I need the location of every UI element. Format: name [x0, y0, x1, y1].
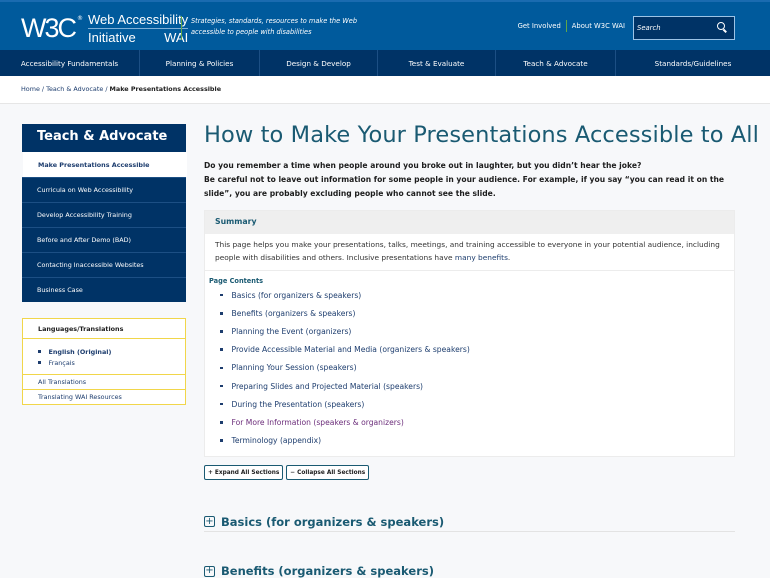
section-basics-title[interactable]: Basics (for organizers & speakers) — [221, 515, 444, 529]
page-contents-list: Basics (for organizers & speakers) Benef… — [205, 286, 734, 450]
nav-test-evaluate[interactable]: Test & Evaluate — [378, 50, 496, 76]
translating-resources-row: Translating WAI Resources — [23, 389, 185, 404]
breadcrumb-separator: / — [105, 85, 108, 93]
expand-all-button[interactable]: + Expand All Sections — [204, 465, 284, 480]
section-toggle-buttons: + Expand All Sections − Collapse All Sec… — [204, 465, 370, 480]
tagline-line2: accessible to people with disabilities — [191, 28, 312, 36]
collapse-all-button[interactable]: − Collapse All Sections — [286, 465, 370, 480]
page-contents-heading: Page Contents — [209, 277, 264, 285]
search-input[interactable] — [637, 21, 707, 35]
nav-standards-guidelines[interactable]: Standards/Guidelines — [616, 50, 770, 76]
summary-text: This page helps you make your presentati… — [205, 234, 734, 271]
language-francais: Français — [38, 357, 185, 368]
sidebar-item-make-presentations[interactable]: Make Presentations Accessible — [23, 152, 187, 177]
sidebar-item-bad-demo[interactable]: Before and After Demo (BAD) — [22, 227, 186, 252]
page-title: How to Make Your Presentations Accessibl… — [204, 122, 760, 148]
breadcrumb-teach-advocate[interactable]: Teach & Advocate — [46, 85, 103, 93]
get-involved-link[interactable]: Get Involved — [513, 22, 566, 32]
summary-box: Summary This page helps you make your pr… — [204, 210, 735, 457]
site-header: W3C ® Web Accessibility Initiative WAI S… — [0, 0, 770, 50]
main-nav: Accessibility Fundamentals Planning & Po… — [0, 50, 770, 76]
nav-teach-advocate[interactable]: Teach & Advocate — [496, 50, 616, 76]
toc-link-accessible-material[interactable]: Provide Accessible Material and Media (o… — [232, 345, 470, 354]
top-links: Get Involved About W3C WAI — [513, 20, 630, 32]
toc-item: Preparing Slides and Projected Material … — [220, 377, 734, 395]
search-box — [633, 16, 735, 40]
nav-accessibility-fundamentals[interactable]: Accessibility Fundamentals — [0, 50, 140, 76]
toc-item: Planning Your Session (speakers) — [220, 359, 734, 377]
toc-item: Benefits (organizers & speakers) — [220, 304, 734, 322]
nav-design-develop[interactable]: Design & Develop — [260, 50, 378, 76]
summary-period: . — [507, 252, 511, 262]
toc-item: During the Presentation (speakers) — [220, 395, 734, 413]
toc-item: Planning the Event (organizers) — [220, 322, 734, 340]
expand-plus-icon[interactable]: + — [204, 565, 215, 577]
languages-list: English (Original) Français — [23, 339, 185, 374]
breadcrumb-separator: / — [41, 85, 45, 93]
sidebar-item-contacting-websites[interactable]: Contacting Inaccessible Websites — [22, 252, 186, 277]
toc-link-benefits[interactable]: Benefits (organizers & speakers) — [232, 309, 356, 318]
sidebar: Teach & Advocate Make Presentations Acce… — [22, 124, 187, 302]
sidebar-item-curricula[interactable]: Curricula on Web Accessibility — [22, 177, 186, 202]
toc-item: For More Information (speakers & organiz… — [220, 413, 734, 431]
summary-heading: Summary — [205, 211, 734, 234]
logo-line1: Web Accessibility — [88, 11, 189, 29]
sidebar-item-business-case[interactable]: Business Case — [22, 277, 186, 302]
language-english: English (Original) — [38, 346, 185, 357]
intro-line2: Be careful not to leave out information … — [204, 175, 725, 198]
logo-wai: WAI — [164, 29, 189, 45]
toc-link-during-presentation[interactable]: During the Presentation (speakers) — [232, 400, 365, 409]
search-icon[interactable] — [717, 22, 725, 30]
nav-planning-policies[interactable]: Planning & Policies — [140, 50, 260, 76]
toc-link-basics[interactable]: Basics (for organizers & speakers) — [232, 291, 362, 300]
logo-text: Web Accessibility Initiative WAI — [88, 11, 189, 44]
language-francais-link[interactable]: Français — [49, 359, 75, 367]
intro-line1: Do you remember a time when people aroun… — [204, 161, 642, 170]
logo-line2: Initiative WAI — [88, 29, 188, 44]
logo-w3c: W3C — [21, 12, 77, 43]
breadcrumb: Home / Teach & Advocate / Make Presentat… — [21, 85, 221, 93]
tagline: Strategies, standards, resources to make… — [191, 16, 391, 38]
toc-link-preparing-slides[interactable]: Preparing Slides and Projected Material … — [232, 382, 423, 391]
w3c-wai-logo[interactable]: W3C ® Web Accessibility Initiative WAI — [21, 11, 189, 44]
breadcrumb-current: Make Presentations Accessible — [109, 85, 222, 93]
about-wai-link[interactable]: About W3C WAI — [567, 22, 630, 32]
expand-plus-icon[interactable]: + — [204, 516, 215, 527]
toc-item: Provide Accessible Material and Media (o… — [220, 341, 734, 359]
languages-title: Languages/Translations — [23, 319, 185, 339]
section-basics[interactable]: + Basics (for organizers & speakers) — [204, 512, 735, 532]
sidebar-item-develop-training[interactable]: Develop Accessibility Training — [22, 202, 186, 227]
toc-item: Basics (for organizers & speakers) — [220, 286, 734, 304]
sidebar-title[interactable]: Teach & Advocate — [22, 124, 186, 152]
logo-initiative: Initiative — [88, 29, 136, 45]
toc-link-planning-event[interactable]: Planning the Event (organizers) — [232, 327, 352, 336]
tagline-line1: Strategies, standards, resources to make… — [191, 17, 358, 25]
intro-text: Do you remember a time when people aroun… — [204, 159, 744, 201]
all-translations-row: All Translations — [23, 374, 185, 389]
many-benefits-link[interactable]: many benefits — [455, 253, 508, 262]
toc-link-terminology[interactable]: Terminology (appendix) — [232, 436, 322, 445]
logo-registered: ® — [77, 14, 83, 22]
section-benefits-title[interactable]: Benefits (organizers & speakers) — [221, 564, 434, 578]
toc-link-planning-session[interactable]: Planning Your Session (speakers) — [232, 363, 357, 372]
section-benefits[interactable]: + Benefits (organizers & speakers) — [204, 561, 735, 578]
translating-resources-link[interactable]: Translating WAI Resources — [38, 393, 122, 401]
languages-box: Languages/Translations English (Original… — [22, 318, 186, 405]
breadcrumb-home[interactable]: Home — [21, 85, 40, 93]
toc-link-more-information[interactable]: For More Information (speakers & organiz… — [232, 418, 404, 427]
toc-item: Terminology (appendix) — [220, 432, 734, 450]
all-translations-link[interactable]: All Translations — [38, 378, 86, 386]
tagline-divider — [181, 16, 182, 40]
